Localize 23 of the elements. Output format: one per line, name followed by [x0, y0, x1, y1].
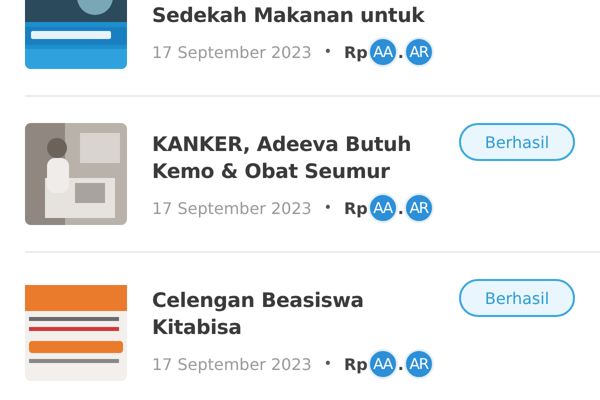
donation-date: 17 September 2023	[152, 354, 312, 374]
donation-date: 17 September 2023	[152, 42, 312, 62]
amount-separator: .	[398, 42, 404, 62]
amount-separator: .	[398, 354, 404, 374]
amount-mark: AA	[368, 193, 398, 223]
amount-mark: AR	[404, 349, 434, 379]
separator-dot: •	[324, 200, 332, 216]
amount-separator: .	[398, 198, 404, 218]
amount-mark: AR	[404, 37, 434, 67]
currency-label: Rp	[344, 354, 368, 374]
currency-label: Rp	[344, 198, 368, 218]
campaign-title: Sedekah Makanan untuk	[152, 2, 426, 29]
donation-date: 17 September 2023	[152, 198, 312, 218]
campaign-title: Celengan Beasiswa Kitabisa	[152, 287, 365, 341]
separator-dot: •	[324, 356, 332, 372]
campaign-title: KANKER, Adeeva Butuh Kemo & Obat Seumur	[152, 131, 412, 185]
amount-mark: AR	[404, 193, 434, 223]
amount-mark: AA	[368, 349, 398, 379]
status-button[interactable]: Berhasil	[459, 123, 575, 161]
currency-label: Rp	[344, 42, 368, 62]
amount-mark: AA	[368, 37, 398, 67]
status-button[interactable]: Berhasil	[459, 279, 575, 317]
separator-dot: •	[324, 44, 332, 60]
